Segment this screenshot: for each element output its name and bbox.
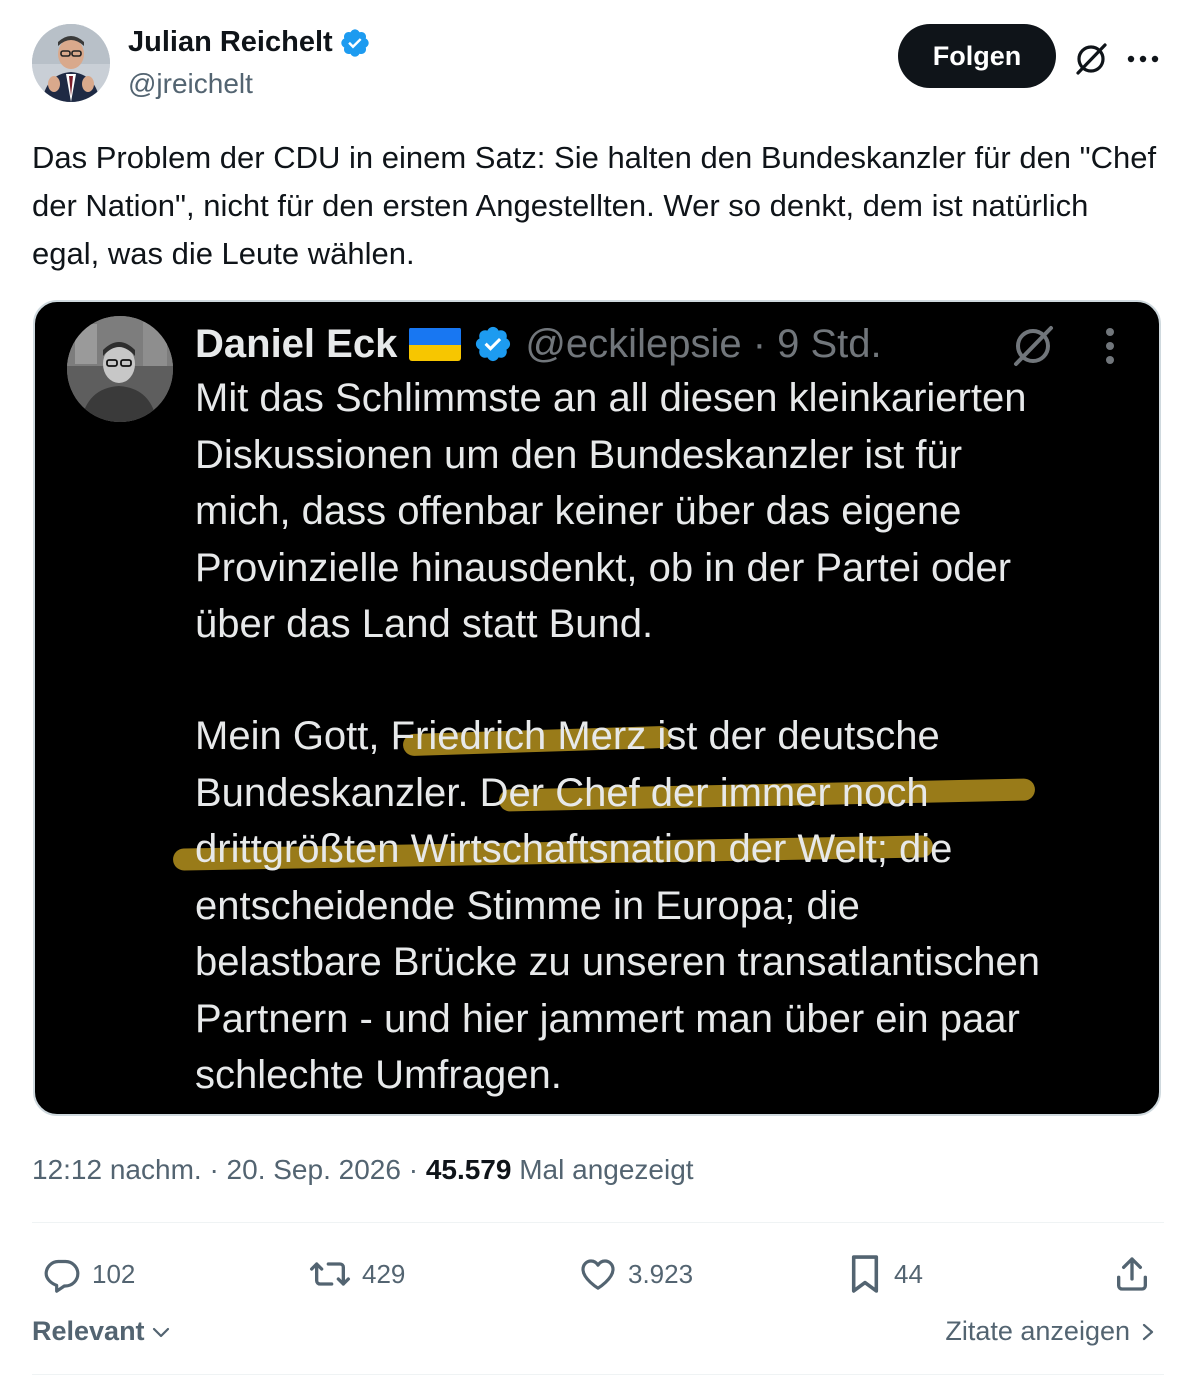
- reply-icon: [44, 1259, 80, 1293]
- like-icon: [581, 1259, 615, 1290]
- more-button[interactable]: [1120, 36, 1166, 82]
- repost-count: 429: [362, 1258, 406, 1289]
- chevron-right-icon: [1142, 1323, 1154, 1340]
- views-label: Mal angezeigt: [511, 1154, 694, 1185]
- quoted-line: über das Land statt Bund.: [195, 602, 654, 646]
- quotes-label: Zitate anzeigen: [945, 1316, 1130, 1346]
- quoted-handle-time: @eckilepsie · 9 Std.: [525, 321, 882, 366]
- tweet-text: Das Problem der CDU in einem Satz: Sie h…: [32, 140, 1157, 271]
- quoted-line: Diskussionen um den Bundeskanzler ist fü…: [195, 432, 963, 477]
- author-handle[interactable]: @jreichelt: [128, 68, 253, 100]
- quoted-line: mich, dass offenbar keiner über das eige…: [195, 489, 962, 533]
- share-button[interactable]: [1112, 1250, 1152, 1298]
- more-icon: [1106, 328, 1114, 364]
- verified-badge-icon: [476, 326, 511, 362]
- share-icon: [1117, 1257, 1147, 1291]
- quoted-line: Mit das Schlimmste an all diesen kleinka…: [195, 376, 1027, 420]
- quoted-post-header: Daniel Eck @eckilepsie · 9 Std.: [195, 316, 882, 372]
- post-timestamp[interactable]: 12:12 nachm. · 20. Sep. 2026 ·: [32, 1154, 426, 1185]
- author-avatar[interactable]: [32, 24, 110, 102]
- like-count: 3.923: [628, 1258, 694, 1289]
- grok-icon: [1076, 43, 1107, 75]
- follow-button[interactable]: Folgen: [898, 24, 1056, 88]
- sort-replies-dropdown[interactable]: Relevant: [32, 1316, 173, 1347]
- quoted-paragraph-2: Mein Gott, Friedrich Merz ist der deutsc…: [195, 708, 1155, 1104]
- quoted-line: entscheidende Stimme in Europa; die: [195, 883, 860, 928]
- show-quotes-link[interactable]: Zitate anzeigen: [945, 1316, 1156, 1347]
- author-name-row[interactable]: Julian Reichelt: [128, 26, 371, 59]
- quoted-line: Bundeskanzler. Der Chef der immer noch: [195, 770, 929, 815]
- quoted-line: Provinzielle hinausdenkt, ob in der Part…: [195, 545, 1012, 590]
- views-count: 45.579: [425, 1154, 512, 1185]
- quoted-line: belastbare Brücke zu unseren transatlant…: [195, 940, 1040, 984]
- like-button[interactable]: 3.923: [578, 1250, 693, 1298]
- ukraine-flag-icon: [409, 327, 462, 361]
- quoted-line: Mein Gott, Friedrich Merz ist der deutsc…: [195, 714, 940, 758]
- quoted-author-name: Daniel Eck: [195, 321, 398, 366]
- grok-button[interactable]: [1068, 36, 1114, 82]
- bookmark-button[interactable]: 44: [846, 1250, 923, 1298]
- quoted-line: drittgrößten Wirtschaftsnation der Welt;…: [195, 827, 953, 871]
- reply-count: 102: [92, 1258, 136, 1289]
- divider: [32, 1222, 1164, 1223]
- quoted-line: Partnern - und hier jammert man über ein…: [195, 996, 1020, 1041]
- reply-button[interactable]: 102: [42, 1250, 135, 1298]
- quoted-paragraph-1: Mit das Schlimmste an all diesen kleinka…: [195, 370, 1155, 653]
- verified-badge-icon: [341, 28, 369, 57]
- bookmark-count: 44: [894, 1258, 923, 1289]
- post-meta: 12:12 nachm. · 20. Sep. 2026 · 45.579 Ma…: [32, 1154, 694, 1186]
- bookmark-icon: [851, 1255, 879, 1293]
- author-name[interactable]: Julian Reichelt: [128, 26, 333, 59]
- repost-button[interactable]: 429: [308, 1250, 405, 1298]
- grok-icon: [1014, 326, 1053, 366]
- quoted-line: schlechte Umfragen.: [195, 1053, 562, 1097]
- sort-label: Relevant: [32, 1316, 145, 1346]
- divider: [32, 1374, 1164, 1375]
- repost-icon: [309, 1262, 350, 1286]
- more-icon: [1127, 55, 1159, 63]
- chevron-down-icon: [152, 1327, 169, 1337]
- attached-image[interactable]: Daniel Eck @eckilepsie · 9 Std. Mit das …: [33, 300, 1161, 1116]
- quoted-author-avatar: [67, 316, 173, 422]
